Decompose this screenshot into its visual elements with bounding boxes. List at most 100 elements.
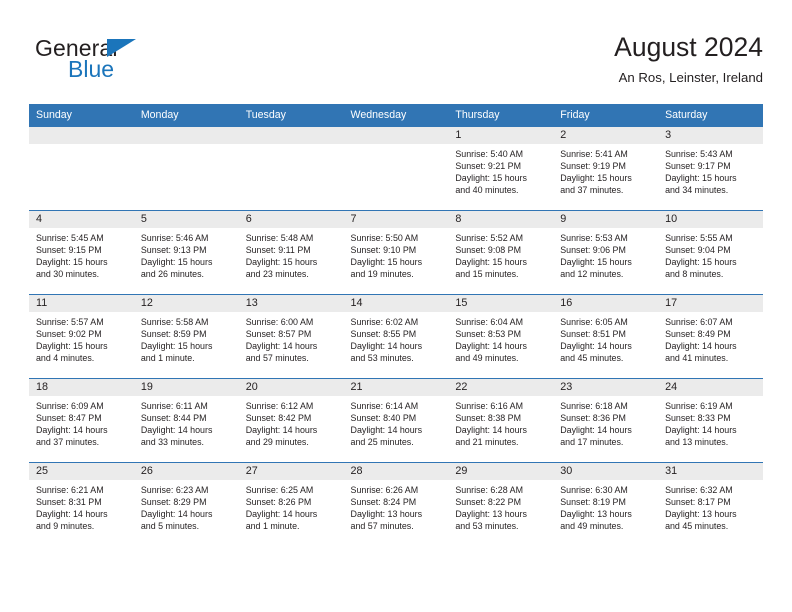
daylight-text-line1: Daylight: 15 hours: [36, 257, 108, 268]
calendar-day-cell[interactable]: [343, 127, 449, 211]
calendar-day-cell[interactable]: 10 Sunrise: 5:55 AM Sunset: 9:04 PM Dayligh…: [658, 210, 763, 295]
calendar-day-cell[interactable]: 20 Sunrise: 6:12 AM Sunset: 8:42 PM Dayligh…: [238, 378, 344, 463]
weekday-header-wednesday: Wednesday: [343, 104, 449, 127]
sunrise-text: Sunrise: 6:12 AM: [245, 401, 314, 411]
calendar-day-cell[interactable]: 9 Sunrise: 5:53 AM Sunset: 9:06 PM Daylight…: [553, 210, 659, 295]
day-number: 12: [133, 295, 239, 312]
calendar-day-cell[interactable]: 21 Sunrise: 6:14 AM Sunset: 8:40 PM Dayligh…: [343, 378, 449, 463]
calendar-day-cell[interactable]: 4 Sunrise: 5:45 AM Sunset: 9:15 PM Daylight…: [29, 210, 134, 295]
sunrise-text: Sunrise: 5:48 AM: [245, 233, 314, 243]
daylight-text-line1: Daylight: 14 hours: [350, 425, 423, 436]
calendar-day-cell[interactable]: 30 Sunrise: 6:30 AM Sunset: 8:19 PM Dayligh…: [553, 462, 659, 546]
calendar-day-cell[interactable]: 5 Sunrise: 5:46 AM Sunset: 9:13 PM Daylight…: [133, 210, 239, 295]
day-cell-content: 19 Sunrise: 6:11 AM Sunset: 8:44 PM Dayligh…: [133, 379, 239, 462]
calendar-day-cell[interactable]: 22 Sunrise: 6:16 AM Sunset: 8:38 PM Dayligh…: [448, 378, 554, 463]
day-sun-info: Sunrise: 5:43 AM Sunset: 9:17 PM Daylight:…: [658, 144, 763, 197]
day-cell-content: 15 Sunrise: 6:04 AM Sunset: 8:53 PM Dayligh…: [448, 295, 554, 378]
day-number: 20: [238, 379, 344, 396]
daylight-text-line1: Daylight: 15 hours: [245, 257, 318, 268]
day-number: 28: [343, 463, 449, 480]
sunset-text: Sunset: 8:29 PM: [140, 497, 207, 508]
calendar-day-cell[interactable]: 15 Sunrise: 6:04 AM Sunset: 8:53 PM Dayligh…: [448, 294, 554, 379]
daylight-text-line2: and 57 minutes.: [350, 521, 414, 532]
calendar-day-cell[interactable]: 12 Sunrise: 5:58 AM Sunset: 8:59 PM Dayligh…: [133, 294, 239, 379]
day-cell-content: 29 Sunrise: 6:28 AM Sunset: 8:22 PM Dayligh…: [448, 463, 554, 546]
title-block: August 2024 An Ros, Leinster, Ireland: [614, 30, 763, 88]
calendar-day-cell[interactable]: 14 Sunrise: 6:02 AM Sunset: 8:55 PM Dayligh…: [343, 294, 449, 379]
day-cell-content: 10 Sunrise: 5:55 AM Sunset: 9:04 PM Dayligh…: [658, 211, 763, 294]
calendar-day-cell[interactable]: 17 Sunrise: 6:07 AM Sunset: 8:49 PM Dayligh…: [658, 294, 763, 379]
calendar-day-cell[interactable]: 7 Sunrise: 5:50 AM Sunset: 9:10 PM Daylight…: [343, 210, 449, 295]
daylight-text-line1: Daylight: 13 hours: [665, 509, 737, 520]
sunrise-text: Sunrise: 6:28 AM: [455, 485, 523, 495]
sunset-text: Sunset: 8:40 PM: [350, 413, 417, 424]
calendar-day-cell[interactable]: 25 Sunrise: 6:21 AM Sunset: 8:31 PM Dayligh…: [29, 462, 134, 546]
calendar-day-cell[interactable]: 2 Sunrise: 5:41 AM Sunset: 9:19 PM Daylight…: [553, 127, 659, 211]
calendar-day-cell[interactable]: 31 Sunrise: 6:32 AM Sunset: 8:17 PM Dayligh…: [658, 462, 763, 546]
daylight-text-line1: Daylight: 14 hours: [36, 425, 108, 436]
daylight-text-line2: and 8 minutes.: [665, 269, 724, 280]
daylight-text-line1: Daylight: 14 hours: [350, 341, 423, 352]
day-sun-info: Sunrise: 5:53 AM Sunset: 9:06 PM Daylight:…: [553, 228, 658, 281]
daylight-text-line2: and 1 minute.: [140, 353, 195, 364]
sunrise-text: Sunrise: 6:09 AM: [36, 401, 104, 411]
sunrise-text: Sunrise: 5:57 AM: [36, 317, 104, 327]
calendar-day-cell[interactable]: [238, 127, 344, 211]
sunrise-text: Sunrise: 5:46 AM: [140, 233, 209, 243]
day-sun-info: Sunrise: 6:19 AM Sunset: 8:33 PM Daylight:…: [658, 396, 763, 449]
logo-triangle-icon: [107, 39, 136, 57]
day-number: 21: [343, 379, 449, 396]
day-cell-content: 6 Sunrise: 5:48 AM Sunset: 9:11 PM Daylight…: [238, 211, 344, 294]
daylight-text-line2: and 45 minutes.: [665, 521, 729, 532]
calendar-day-cell[interactable]: [29, 127, 134, 211]
calendar-day-cell[interactable]: 1 Sunrise: 5:40 AM Sunset: 9:21 PM Daylight…: [448, 127, 554, 211]
sunset-text: Sunset: 9:11 PM: [245, 245, 311, 256]
day-number: 7: [343, 211, 449, 228]
daylight-text-line1: Daylight: 14 hours: [140, 509, 213, 520]
calendar-day-cell[interactable]: 3 Sunrise: 5:43 AM Sunset: 9:17 PM Daylight…: [658, 127, 763, 211]
day-number: 11: [29, 295, 134, 312]
day-number: [238, 127, 344, 144]
calendar-day-cell[interactable]: 8 Sunrise: 5:52 AM Sunset: 9:08 PM Daylight…: [448, 210, 554, 295]
sunset-text: Sunset: 8:31 PM: [36, 497, 102, 508]
calendar-day-cell[interactable]: 16 Sunrise: 6:05 AM Sunset: 8:51 PM Dayligh…: [553, 294, 659, 379]
calendar-day-cell[interactable]: 23 Sunrise: 6:18 AM Sunset: 8:36 PM Dayligh…: [553, 378, 659, 463]
calendar-day-cell[interactable]: 28 Sunrise: 6:26 AM Sunset: 8:24 PM Dayligh…: [343, 462, 449, 546]
day-number: [29, 127, 134, 144]
day-cell-content: 8 Sunrise: 5:52 AM Sunset: 9:08 PM Daylight…: [448, 211, 554, 294]
calendar-day-cell[interactable]: 11 Sunrise: 5:57 AM Sunset: 9:02 PM Dayligh…: [29, 294, 134, 379]
daylight-text-line2: and 9 minutes.: [36, 521, 95, 532]
day-cell-content: 21 Sunrise: 6:14 AM Sunset: 8:40 PM Dayligh…: [343, 379, 449, 462]
calendar-day-cell[interactable]: 19 Sunrise: 6:11 AM Sunset: 8:44 PM Dayligh…: [133, 378, 239, 463]
day-cell-content: 14 Sunrise: 6:02 AM Sunset: 8:55 PM Dayligh…: [343, 295, 449, 378]
day-cell-content: 18 Sunrise: 6:09 AM Sunset: 8:47 PM Dayligh…: [29, 379, 134, 462]
daylight-text-line1: Daylight: 15 hours: [665, 257, 737, 268]
daylight-text-line2: and 53 minutes.: [350, 353, 414, 364]
day-cell-content: 25 Sunrise: 6:21 AM Sunset: 8:31 PM Dayligh…: [29, 463, 134, 546]
calendar-day-cell[interactable]: 27 Sunrise: 6:25 AM Sunset: 8:26 PM Dayligh…: [238, 462, 344, 546]
day-number: 26: [133, 463, 239, 480]
sunrise-text: Sunrise: 6:21 AM: [36, 485, 104, 495]
day-cell-content: 5 Sunrise: 5:46 AM Sunset: 9:13 PM Daylight…: [133, 211, 239, 294]
day-cell-content: 4 Sunrise: 5:45 AM Sunset: 9:15 PM Daylight…: [29, 211, 134, 294]
daylight-text-line2: and 37 minutes.: [560, 185, 624, 196]
sunrise-text: Sunrise: 6:30 AM: [560, 485, 628, 495]
calendar-day-cell[interactable]: 18 Sunrise: 6:09 AM Sunset: 8:47 PM Dayligh…: [29, 378, 134, 463]
day-number: 5: [133, 211, 239, 228]
sunrise-text: Sunrise: 6:32 AM: [665, 485, 733, 495]
daylight-text-line1: Daylight: 14 hours: [455, 425, 527, 436]
calendar-day-cell[interactable]: 29 Sunrise: 6:28 AM Sunset: 8:22 PM Dayligh…: [448, 462, 554, 546]
calendar-day-cell[interactable]: [133, 127, 239, 211]
daylight-text-line1: Daylight: 13 hours: [350, 509, 423, 520]
daylight-text-line1: Daylight: 15 hours: [36, 341, 108, 352]
sunrise-text: Sunrise: 5:40 AM: [455, 149, 523, 159]
calendar-body: 1 Sunrise: 5:40 AM Sunset: 9:21 PM Daylight…: [29, 127, 763, 546]
calendar-day-cell[interactable]: 26 Sunrise: 6:23 AM Sunset: 8:29 PM Dayligh…: [133, 462, 239, 546]
sunset-text: Sunset: 8:55 PM: [350, 329, 417, 340]
calendar-day-cell[interactable]: 6 Sunrise: 5:48 AM Sunset: 9:11 PM Daylight…: [238, 210, 344, 295]
calendar-day-cell[interactable]: 24 Sunrise: 6:19 AM Sunset: 8:33 PM Dayligh…: [658, 378, 763, 463]
calendar-day-cell[interactable]: 13 Sunrise: 6:00 AM Sunset: 8:57 PM Dayligh…: [238, 294, 344, 379]
day-number: 22: [448, 379, 554, 396]
weekday-header-thursday: Thursday: [448, 104, 554, 127]
day-cell-content: 20 Sunrise: 6:12 AM Sunset: 8:42 PM Dayligh…: [238, 379, 344, 462]
